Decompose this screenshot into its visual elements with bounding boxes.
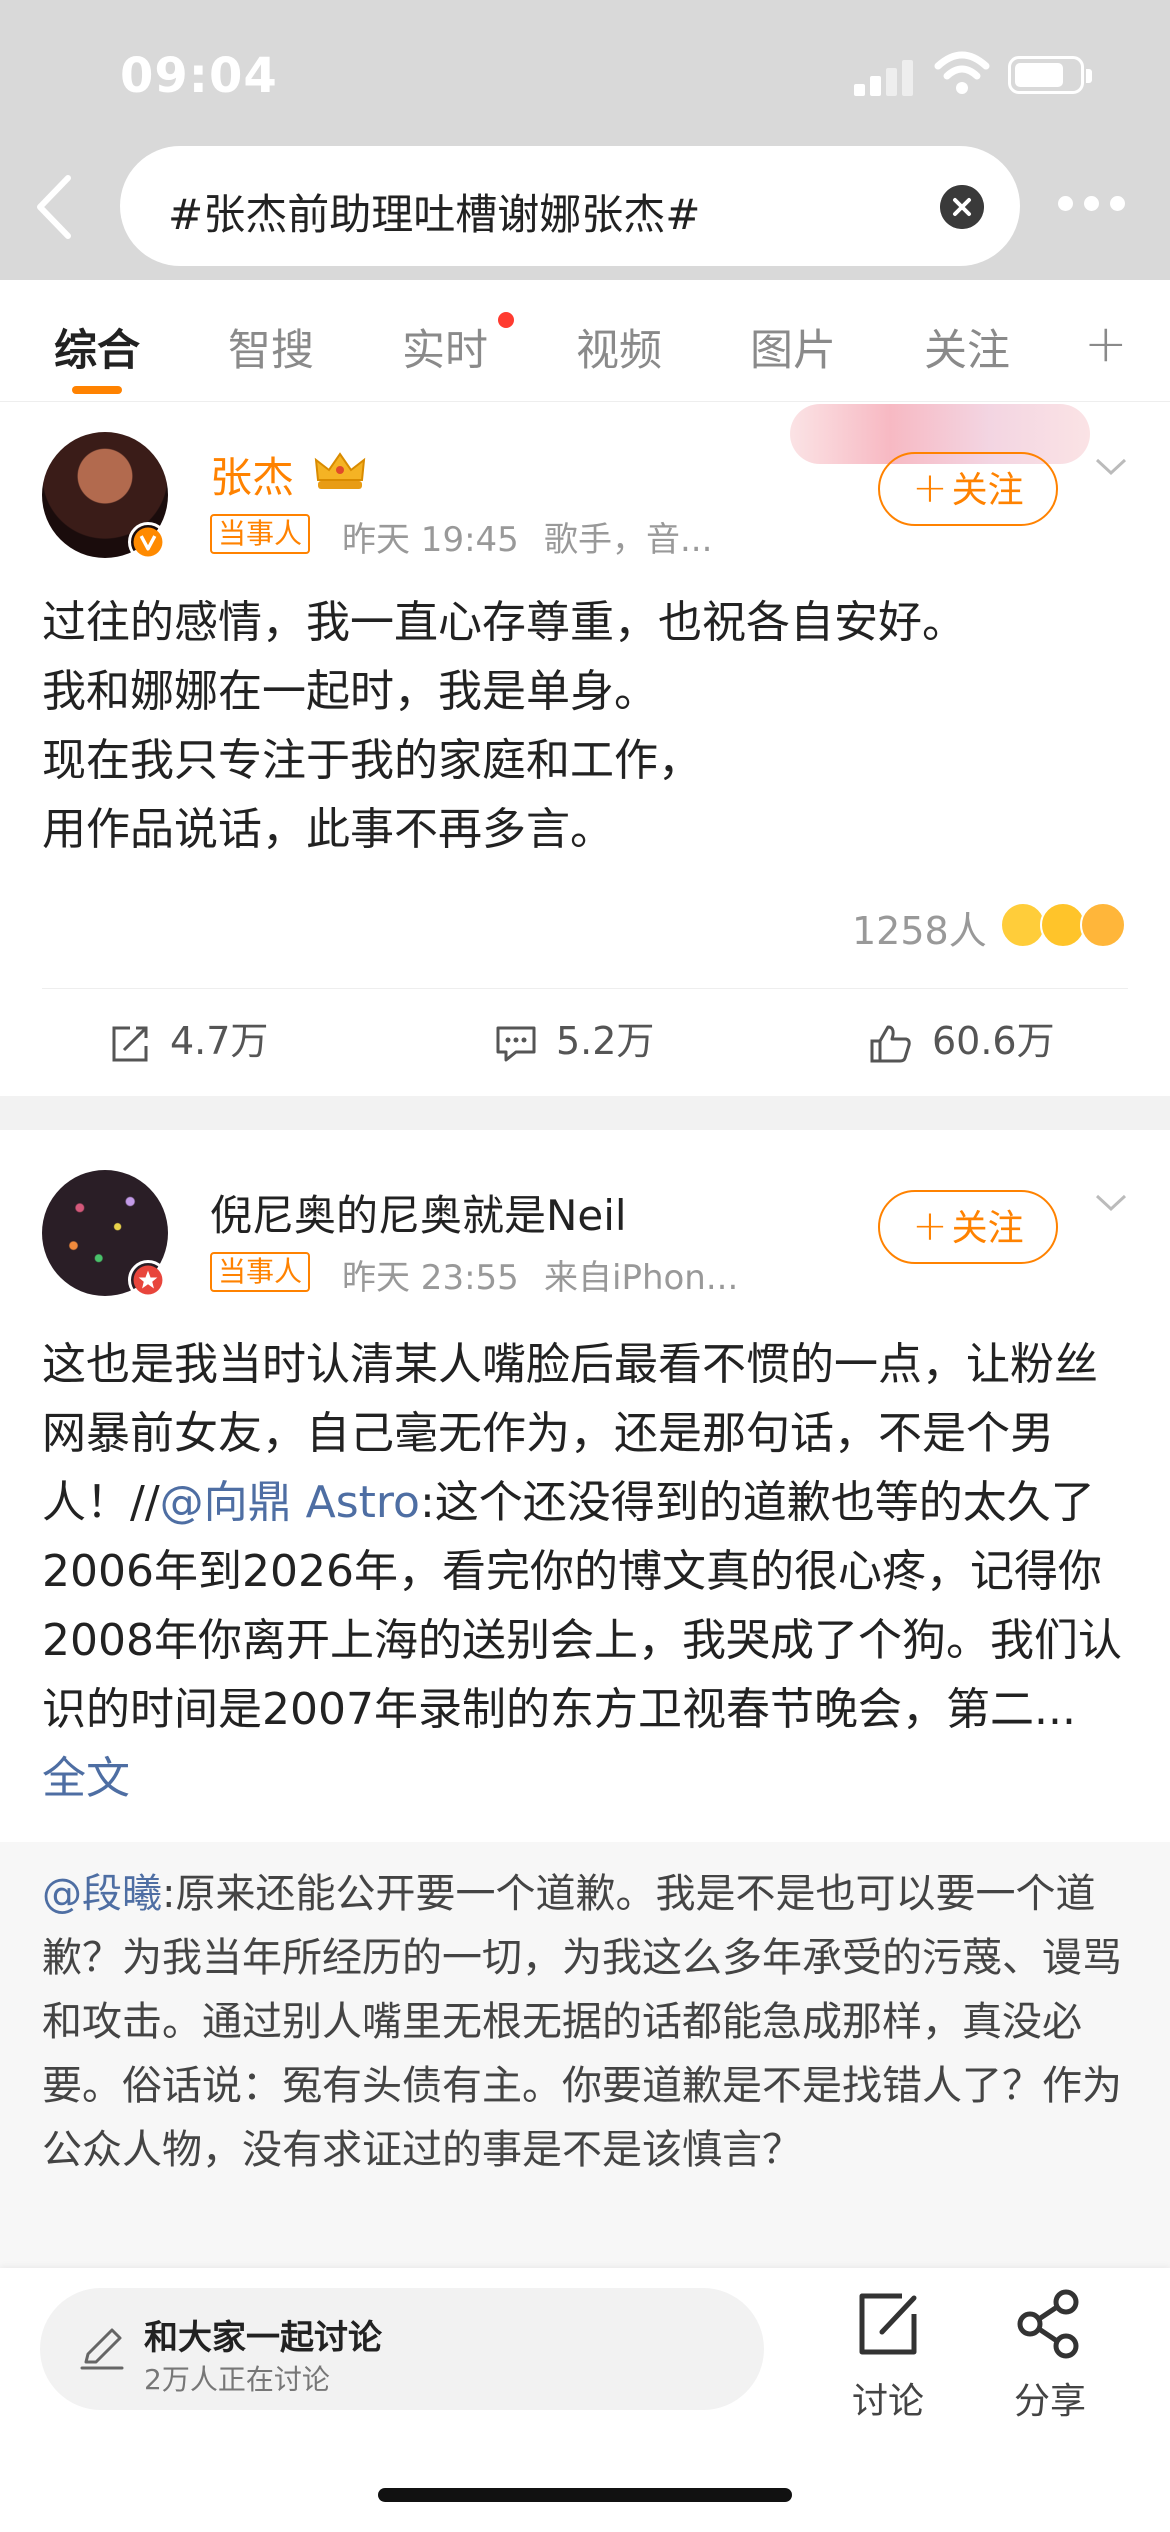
comment-icon — [496, 1026, 536, 1061]
add-tab-icon[interactable]: + — [1084, 314, 1128, 374]
blushing-emoji-icon — [1080, 902, 1126, 948]
repost-icon — [112, 1026, 148, 1061]
back-icon[interactable] — [30, 172, 80, 242]
discuss-input[interactable]: 和大家一起讨论 2万人正在讨论 — [40, 2288, 764, 2410]
post-source: 来自iPhon... — [544, 1258, 739, 1298]
active-tab-indicator — [72, 386, 122, 394]
clear-icon[interactable] — [940, 185, 984, 229]
tab-video[interactable]: 视频 — [576, 316, 662, 378]
chevron-down-icon[interactable] — [1094, 456, 1128, 478]
thumbs-up-icon — [870, 1025, 911, 1062]
tab-smart-search[interactable]: 智搜 — [228, 316, 314, 378]
discuss-title: 和大家一起讨论 — [144, 2318, 382, 2358]
search-query: #张杰前助理吐槽谢娜张杰# — [168, 190, 701, 239]
edit-icon — [859, 2293, 917, 2355]
like-count: 60.6万 — [932, 1019, 1055, 1063]
post-line: 过往的感情，我一直心存尊重，也祝各自安好。 — [42, 597, 966, 648]
tab-comprehensive[interactable]: 综合 — [54, 316, 140, 378]
battery-icon — [1008, 56, 1092, 94]
post-line: 现在我只专注于我的家庭和工作， — [42, 735, 702, 786]
post-source: 歌手，音... — [544, 520, 713, 560]
like-button[interactable]: 60.6万 — [868, 1010, 1055, 1065]
signal-icon — [854, 58, 914, 96]
reactions-count[interactable]: 1258人 — [852, 900, 987, 955]
post-username[interactable]: 张杰 — [210, 444, 294, 505]
share-icon — [1017, 2289, 1079, 2359]
quoted-body: :原来还能公开要一个道歉。我是不是也可以要一个道歉？为我当年所经历的一切，为我这… — [42, 1871, 1122, 2173]
verified-badge-icon — [128, 522, 168, 562]
follow-button[interactable]: + 关注 — [878, 1190, 1058, 1264]
tab-realtime[interactable]: 实时 — [402, 316, 488, 378]
divider — [42, 988, 1128, 989]
discuss-label: 讨论 — [851, 2381, 924, 2422]
post-line: 我和娜娜在一起时，我是单身。 — [42, 666, 658, 717]
chevron-down-icon[interactable] — [1094, 1192, 1128, 1214]
tab-following[interactable]: 关注 — [924, 316, 1010, 378]
realtime-notification-dot — [498, 312, 514, 328]
comment-button[interactable]: 5.2万 — [494, 1010, 654, 1065]
mention-link[interactable]: @向鼎 Astro — [160, 1477, 420, 1528]
full-text-link[interactable]: 全文 — [42, 1753, 130, 1804]
verified-badge-icon — [128, 1260, 168, 1300]
header: 09:04 #张杰前助理吐槽谢娜张杰# — [0, 0, 1170, 280]
wifi-icon — [934, 51, 990, 94]
tab-images[interactable]: 图片 — [750, 316, 836, 378]
post-body: 这也是我当时认清某人嘴脸后最看不惯的一点，让粉丝网暴前女友，自己毫无作为，还是那… — [42, 1330, 1132, 1813]
quoted-text: @段曦:原来还能公开要一个道歉。我是不是也可以要一个道歉？为我当年所经历的一切，… — [42, 1862, 1122, 2182]
pencil-icon — [80, 2328, 124, 2370]
status-badge: 当事人 — [210, 514, 311, 554]
more-icon[interactable] — [1058, 196, 1128, 216]
discuss-button[interactable]: 讨论 — [828, 2288, 948, 2424]
follow-button[interactable]: + 关注 — [878, 452, 1058, 526]
post-line: 用作品说话，此事不再多言。 — [42, 804, 614, 855]
mention-link[interactable]: @段曦 — [42, 1871, 162, 1917]
home-indicator[interactable] — [378, 2488, 792, 2502]
post-time: 昨天 23:55 — [342, 1258, 519, 1298]
crown-icon — [314, 452, 366, 489]
tab-bar: 综合 智搜 实时 视频 图片 关注 + — [0, 280, 1170, 402]
post-separator — [0, 1096, 1170, 1130]
discuss-subtitle: 2万人正在讨论 — [144, 2363, 330, 2396]
status-badge: 当事人 — [210, 1252, 311, 1292]
share-button[interactable]: 分享 — [990, 2288, 1110, 2424]
repost-button[interactable]: 4.7万 — [108, 1010, 268, 1065]
repost-count: 4.7万 — [170, 1019, 269, 1063]
status-time: 09:04 — [120, 48, 278, 104]
post-time: 昨天 19:45 — [342, 520, 519, 560]
share-label: 分享 — [1013, 2381, 1086, 2422]
search-input[interactable]: #张杰前助理吐槽谢娜张杰# — [120, 146, 1020, 266]
quoted-post[interactable]: @段曦:原来还能公开要一个道歉。我是不是也可以要一个道歉？为我当年所经历的一切，… — [0, 1842, 1170, 2272]
post-body: 过往的感情，我一直心存尊重，也祝各自安好。 我和娜娜在一起时，我是单身。 现在我… — [42, 588, 966, 864]
comment-count: 5.2万 — [556, 1019, 655, 1063]
post-username[interactable]: 倪尼奥的尼奥就是Neil — [210, 1182, 627, 1243]
